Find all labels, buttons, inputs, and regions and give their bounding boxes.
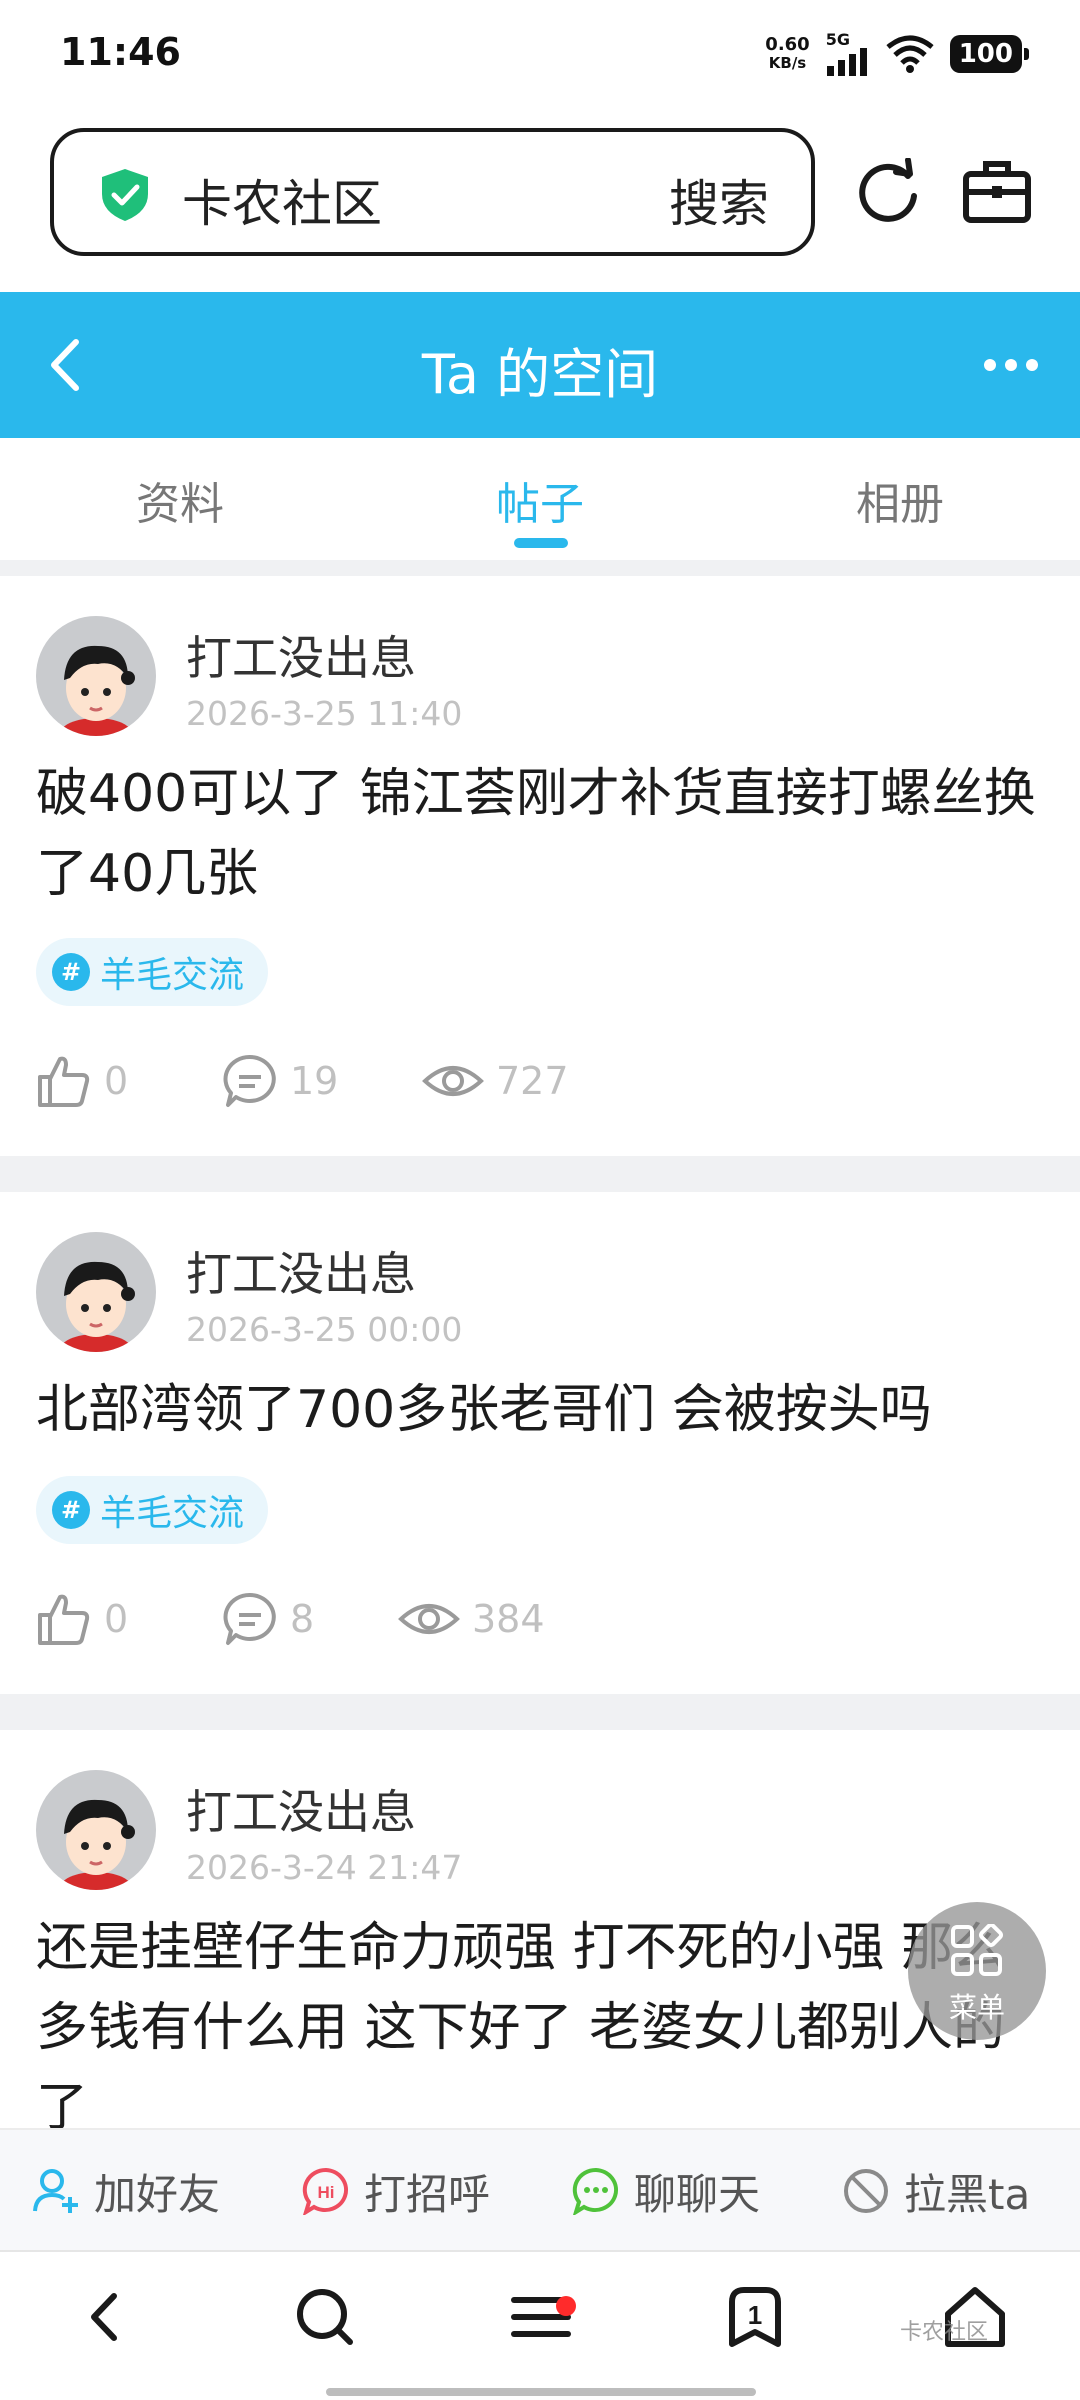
- like-button[interactable]: 0: [36, 1046, 128, 1116]
- status-time: 11:46: [60, 30, 181, 74]
- nav-menu-icon[interactable]: [506, 2282, 576, 2352]
- nav-back-icon[interactable]: [70, 2282, 140, 2352]
- hashtag-icon: #: [52, 953, 90, 991]
- comment-icon: [223, 1592, 276, 1645]
- post-time: 2026-3-25 00:00: [186, 1310, 463, 1349]
- comment-icon: [223, 1054, 276, 1107]
- topic-tag[interactable]: # 羊毛交流: [36, 1476, 269, 1544]
- add-user-icon: [33, 2169, 78, 2213]
- page-header: Ta 的空间: [0, 292, 1080, 438]
- like-count: 0: [104, 1059, 129, 1103]
- tab-posts[interactable]: 帖子: [390, 468, 690, 532]
- post-card[interactable]: 打工没出息 2026-3-25 00:00 北部湾领了700多张老哥们 会被按头…: [0, 1192, 1080, 1694]
- author-name[interactable]: 打工没出息: [186, 1238, 416, 1304]
- address-bar[interactable]: 卡农社区 搜索: [50, 128, 815, 256]
- browser-nav-bar: 1 卡农社区: [0, 2250, 1080, 2400]
- wifi-icon: [886, 35, 934, 73]
- hashtag-icon: #: [52, 1491, 90, 1529]
- nav-tabs-icon[interactable]: 1: [720, 2282, 790, 2352]
- chat-button[interactable]: 聊聊天: [572, 2130, 760, 2252]
- post-time: 2026-3-25 11:40: [186, 694, 463, 733]
- active-tab-indicator: [514, 538, 568, 548]
- view-count-display: 384: [398, 1584, 545, 1654]
- block-icon: [844, 2169, 888, 2213]
- chat-icon: [572, 2167, 619, 2215]
- svg-text:Hi: Hi: [318, 2183, 335, 2202]
- block-button[interactable]: 拉黑ta: [842, 2130, 1030, 2252]
- network-speed-unit: KB/s: [768, 54, 807, 72]
- svg-text:1: 1: [748, 2300, 762, 2330]
- comment-count: 8: [290, 1597, 315, 1641]
- cellular-signal: 5G: [826, 32, 870, 76]
- more-options-icon[interactable]: [984, 348, 1044, 382]
- post-body[interactable]: 北部湾领了700多张老哥们 会被按头吗: [36, 1370, 1046, 1450]
- notification-dot: [556, 2296, 576, 2316]
- add-friend-label: 加好友: [94, 2169, 221, 2219]
- post-card[interactable]: 打工没出息 2026-3-24 21:47 还是挂壁仔生命力顽强 打不死的小强 …: [0, 1730, 1080, 2128]
- tab-profile[interactable]: 资料: [30, 468, 330, 532]
- author-name[interactable]: 打工没出息: [186, 1776, 416, 1842]
- page-title: Ta 的空间: [421, 343, 659, 406]
- address-site-name: 卡农社区: [182, 175, 382, 233]
- tab-album[interactable]: 相册: [750, 468, 1050, 532]
- post-time: 2026-3-24 21:47: [186, 1848, 463, 1887]
- divider: [0, 560, 1080, 576]
- comment-button[interactable]: 19: [222, 1046, 338, 1116]
- watermark-logo-text: 卡农社区: [900, 2320, 989, 2345]
- say-hi-button[interactable]: Hi 打招呼: [302, 2130, 490, 2252]
- post-stats: 0 19 727: [36, 1046, 596, 1116]
- profile-action-bar: 加好友 Hi 打招呼 聊聊天 拉黑ta: [0, 2128, 1080, 2250]
- chat-label: 聊聊天: [634, 2169, 761, 2219]
- say-hi-label: 打招呼: [364, 2169, 491, 2219]
- like-button[interactable]: 0: [36, 1584, 128, 1654]
- thumbs-up-icon: [38, 1056, 90, 1107]
- avatar[interactable]: [36, 616, 156, 736]
- hi-icon: Hi: [302, 2167, 349, 2215]
- status-indicators: 0.60 KB/s 5G 100: [765, 32, 1030, 76]
- thumbs-up-icon: [38, 1594, 90, 1645]
- cartoon-avatar-icon: [60, 1261, 135, 1352]
- avatar[interactable]: [36, 1770, 156, 1890]
- nav-search-icon[interactable]: [290, 2282, 360, 2352]
- post-body[interactable]: 还是挂壁仔生命力顽强 打不死的小强 那么多钱有什么用 这下好了 老婆女儿都别人的…: [36, 1908, 1046, 2128]
- comment-count: 19: [290, 1059, 339, 1103]
- eye-icon: [422, 1066, 484, 1096]
- search-button[interactable]: 搜索: [669, 164, 769, 236]
- battery-indicator: 100: [949, 35, 1030, 73]
- avatar[interactable]: [36, 1232, 156, 1352]
- cartoon-avatar-icon: [60, 645, 135, 736]
- add-friend-button[interactable]: 加好友: [32, 2130, 220, 2252]
- post-body[interactable]: 破400可以了 锦江荟刚才补货直接打螺丝换了40几张: [36, 754, 1046, 914]
- comment-button[interactable]: 8: [222, 1584, 314, 1654]
- topic-tag[interactable]: # 羊毛交流: [36, 938, 269, 1006]
- topic-tag-label: 羊毛交流: [100, 955, 245, 996]
- author-name[interactable]: 打工没出息: [186, 622, 416, 688]
- view-count: 727: [496, 1059, 569, 1103]
- home-indicator[interactable]: [326, 2388, 756, 2396]
- security-shield-icon: [102, 169, 148, 221]
- grid-menu-icon: [951, 1924, 1004, 1976]
- cartoon-avatar-icon: [60, 1799, 135, 1890]
- toolbox-icon[interactable]: [962, 158, 1032, 224]
- network-speed: 0.60 KB/s: [765, 35, 809, 73]
- floating-menu-button[interactable]: 菜单: [908, 1902, 1046, 2040]
- floating-menu-label: 菜单: [948, 1991, 1005, 2024]
- divider: [0, 1156, 1080, 1192]
- topic-tag-label: 羊毛交流: [100, 1493, 245, 1534]
- eye-icon: [398, 1604, 460, 1634]
- network-speed-value: 0.60: [765, 34, 810, 55]
- network-type: 5G: [825, 30, 850, 49]
- divider: [0, 1694, 1080, 1730]
- status-bar: 11:46 0.60 KB/s 5G 100: [0, 0, 1080, 110]
- post-stats: 0 8 384: [36, 1584, 596, 1654]
- block-label: 拉黑ta: [904, 2169, 1031, 2219]
- post-card[interactable]: 打工没出息 2026-3-25 11:40 破400可以了 锦江荟刚才补货直接打…: [0, 576, 1080, 1156]
- refresh-icon[interactable]: [856, 158, 922, 224]
- like-count: 0: [104, 1597, 129, 1641]
- view-count-display: 727: [422, 1046, 569, 1116]
- signal-bars-icon: [826, 48, 867, 76]
- profile-tabs: 资料 帖子 相册: [0, 438, 1080, 560]
- view-count: 384: [472, 1597, 545, 1641]
- browser-toolbar: 卡农社区 搜索: [0, 110, 1080, 292]
